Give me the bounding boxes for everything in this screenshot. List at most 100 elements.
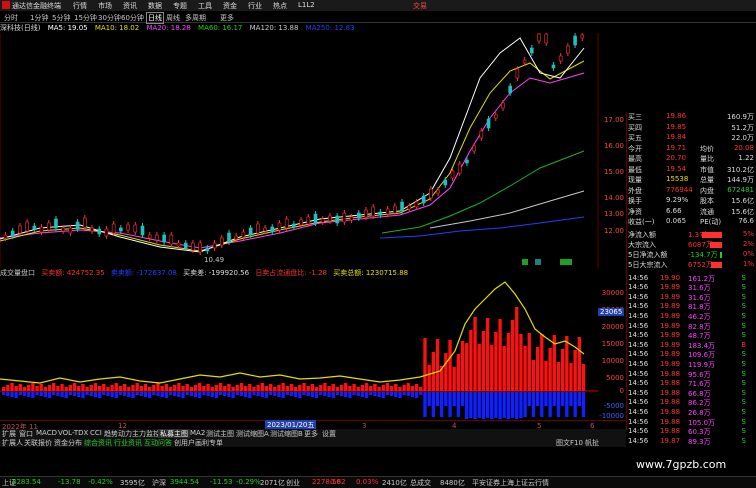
period-tab[interactable]: 60分钟 [121,13,144,23]
menu-item[interactable]: 工具 [198,1,212,11]
candle-body [162,234,166,243]
tick-side: S [741,302,746,311]
period-tab[interactable]: 30分钟 [98,13,121,23]
outflow-bar [252,392,256,395]
inflow-bar [331,384,335,391]
flow-row: 大宗流入 6087万 2% [626,240,756,250]
inflow-bar [2,387,6,391]
period-tab[interactable]: 1分钟 [30,13,48,23]
inflow-bar [531,360,536,391]
inflow-bar [485,318,490,391]
candle-body [54,218,58,229]
period-tab[interactable]: 周线 [166,13,180,23]
quote-row: 今开 19.71 均价 20.08 [626,144,756,154]
period-tab[interactable]: 多周期 [185,13,206,23]
inflow-bar [498,319,502,391]
quote-value: 22.0万 [731,134,754,142]
price-chart[interactable] [0,33,600,268]
info-tab[interactable]: 创用户画利专单 [172,438,225,448]
inflow-bar [235,385,239,391]
outflow-bar [173,392,177,396]
outflow-bar [256,392,260,396]
inflow-bar [239,383,244,391]
sub-axis: 30000 25000 20000 15000 10000 5000 0 -50… [599,279,626,420]
candle-body [508,85,512,94]
f10-label[interactable]: 图文F10 帆扯 [556,438,599,448]
tick-price: 19.88 [660,398,681,407]
candle-body [83,217,87,228]
inflow-bar [248,384,252,391]
inflow-bar [64,387,68,391]
inflow-bar [202,386,206,391]
period-tab[interactable]: 5分钟 [52,13,70,23]
quote-label: 净资 [628,207,642,216]
outflow-bar [331,392,335,398]
tick-side: S [741,379,746,388]
ma-label: MA20: 18.28 [146,24,191,32]
inflow-bar [473,317,477,391]
menu-item[interactable]: 专题 [173,1,187,11]
period-tab[interactable]: 更多 [220,13,234,23]
info-tab[interactable]: 综合资讯 [82,438,114,448]
menu-item[interactable]: 行业 [248,1,262,11]
candle-body [126,224,130,231]
outflow-bar [414,392,419,398]
menu-item[interactable]: 资金 [223,1,237,11]
tick-row: 14:56 19.88 86.2万 S [626,398,756,408]
candle-body [61,227,65,232]
outflow-bar [419,392,423,395]
candle-body [306,216,311,225]
flow-percent: 0% [742,249,754,258]
outflow-bar [135,392,139,395]
tick-volume: 60.3万 [688,428,711,437]
sub-tick: 0 [619,387,624,395]
sub-indicator-chart[interactable] [0,279,600,419]
quote-label: 换手 [628,197,642,205]
menu-item[interactable]: 数据 [148,1,162,11]
period-tab[interactable]: 15分钟 [74,13,97,23]
info-tab[interactable]: 行业资讯 [112,438,144,448]
tick-time: 14:56 [628,292,649,301]
tick-time: 14:56 [628,436,649,445]
info-tab[interactable]: 资金分布 [52,438,84,448]
candle-body [393,205,397,214]
outflow-bar [243,392,248,397]
inflow-bar [206,384,210,391]
quote-label: 内盘 [700,186,714,195]
candle-body [292,223,296,228]
tick-row: 14:56 19.89 81.8万 S [626,302,756,312]
inflow-bar [535,347,540,391]
flow-label: 净流入额 [628,230,656,239]
menu-item[interactable]: 行情 [73,1,87,11]
period-tab[interactable]: 分时 [4,13,18,23]
menu-item[interactable]: L1L2 [298,1,315,9]
tick-price: 19.89 [660,350,681,359]
quote-label: 收益(一) [628,218,655,226]
candle-body [522,59,527,64]
quote-row: 换手 9.29% 股本 15.6亿 [626,196,756,206]
quote-value: 20.70 [666,154,687,162]
inflow-bar [465,343,469,391]
tick-time: 14:56 [628,417,649,426]
outflow-bar [427,392,431,406]
menu-item[interactable]: 市场 [98,1,112,11]
trade-button[interactable]: 交易 [413,1,427,11]
menu-item[interactable]: 热点 [273,1,287,11]
info-tab[interactable]: 关联报价 [22,438,54,448]
ma250-line [379,216,585,239]
flow-percent: 2% [742,239,754,248]
outflow-bar [214,392,219,398]
info-tab[interactable]: 互动问答 [142,438,174,448]
inflow-bar [85,387,89,391]
quote-value: 15538 [666,175,689,183]
tick-volume: 66.8万 [688,389,711,398]
outflow-bar [523,392,527,417]
outflow-bar [93,392,98,397]
inflow-bar [419,387,423,391]
sub-tick: -10000 [599,412,624,420]
quote-value: 6.66 [666,206,682,215]
tick-row: 14:56 19.88 105.0万 S [626,418,756,428]
indicator-tab[interactable]: VOL-TDX [56,429,90,437]
menu-item[interactable]: 资讯 [123,1,137,11]
tick-side: S [741,311,746,320]
